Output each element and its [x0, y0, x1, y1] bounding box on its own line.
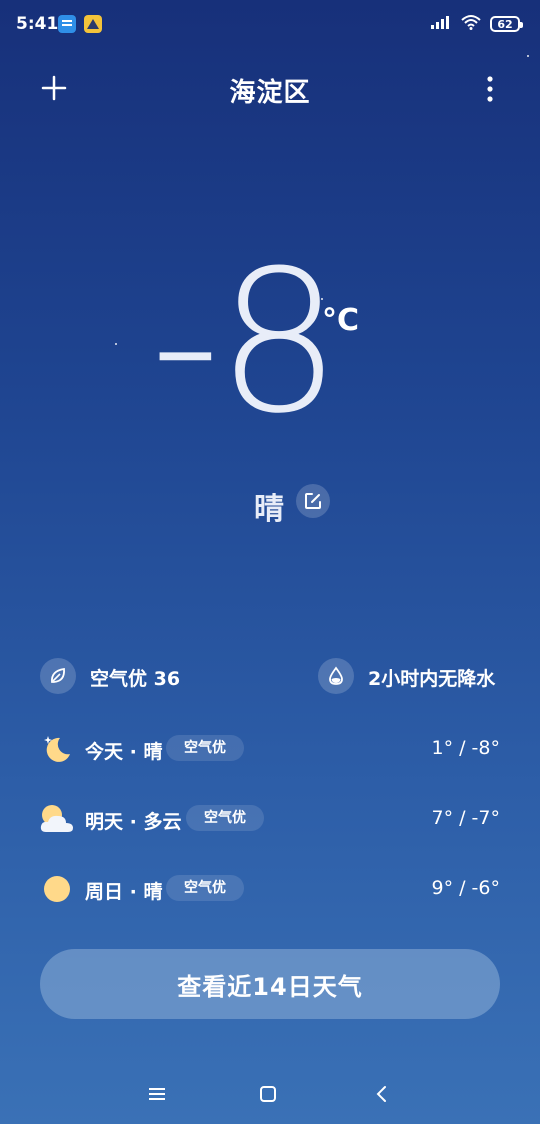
more-vertical-icon: [487, 76, 493, 102]
condition-row: 晴: [0, 480, 540, 527]
status-indicators: 62: [430, 14, 523, 34]
nav-menu-button[interactable]: [143, 1080, 171, 1108]
navigation-bar: [0, 1068, 540, 1118]
forecast-row-today[interactable]: 今天 · 晴 空气优 1° / -8°: [0, 728, 540, 772]
edit-feedback-button[interactable]: [296, 484, 330, 518]
forecast-temps: 1° / -8°: [431, 737, 500, 759]
forecast-temps: 7° / -7°: [431, 807, 500, 829]
air-quality-badge: 空气优: [186, 805, 264, 831]
more-options-button[interactable]: [478, 74, 502, 104]
forecast-label: 明天 · 多云: [85, 811, 182, 833]
forecast-temps: 9° / -6°: [431, 877, 500, 899]
air-quality-badge: 空气优: [166, 735, 244, 761]
moon-icon: [40, 732, 74, 770]
weather-condition: 晴: [254, 492, 284, 527]
precipitation-drop-icon[interactable]: [318, 658, 354, 694]
header: 海淀区: [0, 60, 540, 118]
cloudy-icon: [38, 802, 76, 840]
nav-home-button[interactable]: [254, 1080, 282, 1108]
forecast-row-tomorrow[interactable]: 明天 · 多云 空气优 7° / -7°: [0, 798, 540, 842]
view-14-day-forecast-button[interactable]: 查看近14日天气: [40, 949, 500, 1019]
sun-icon: [40, 872, 74, 910]
status-bar: 5:41 62: [0, 0, 540, 48]
battery-icon: 62: [490, 16, 523, 32]
info-row: 空气优 36 2小时内无降水: [0, 656, 540, 696]
star-decoration: [527, 55, 529, 57]
current-weather: -8 °C: [0, 245, 540, 465]
edit-icon: [305, 493, 321, 509]
wifi-icon: [460, 14, 482, 34]
temperature-unit: °C: [322, 303, 360, 338]
home-square-icon: [260, 1086, 276, 1102]
precipitation-text[interactable]: 2小时内无降水: [368, 664, 495, 691]
notification-map-icon: [84, 15, 102, 33]
current-temperature: -8: [150, 229, 341, 457]
back-chevron-icon: [376, 1086, 386, 1102]
notification-app-icon: [58, 15, 76, 33]
air-quality-text[interactable]: 空气优 36: [90, 664, 180, 691]
forecast-label: 周日 · 晴: [85, 881, 163, 903]
city-name[interactable]: 海淀区: [0, 72, 540, 109]
air-quality-leaf-icon[interactable]: [40, 658, 76, 694]
status-time: 5:41: [16, 14, 59, 34]
forecast-label: 今天 · 晴: [85, 741, 163, 763]
nav-back-button[interactable]: [368, 1080, 396, 1108]
air-quality-badge: 空气优: [166, 875, 244, 901]
menu-icon: [149, 1088, 165, 1100]
forecast-row-sunday[interactable]: 周日 · 晴 空气优 9° / -6°: [0, 868, 540, 912]
signal-icon: [430, 14, 452, 34]
